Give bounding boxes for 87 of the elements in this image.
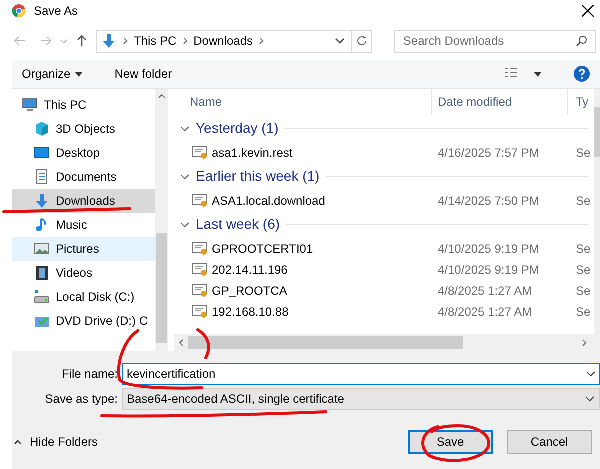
browser-logo-icon xyxy=(12,4,26,18)
sidebar-item[interactable]: 3D Objects xyxy=(12,117,155,141)
refresh-icon[interactable] xyxy=(356,35,368,47)
sidebar-item[interactable]: This PC xyxy=(12,93,155,117)
file-name[interactable]: 192.168.10.88 xyxy=(174,302,432,320)
chevron-icon[interactable] xyxy=(180,124,190,134)
organize-menu[interactable]: Organize xyxy=(20,65,85,83)
desktop-icon xyxy=(34,145,50,161)
file-name-field[interactable]: kevincertification xyxy=(122,363,600,385)
scroll-left-icon[interactable] xyxy=(178,338,184,346)
download-arrow-icon xyxy=(34,193,50,209)
download-arrow-icon xyxy=(100,33,117,49)
cube-icon xyxy=(34,121,50,137)
group-header[interactable]: Earlier this week (1) xyxy=(174,163,594,190)
certificate-icon xyxy=(192,262,208,278)
chevron-up-icon xyxy=(14,439,22,445)
save-button[interactable]: Save xyxy=(408,430,493,454)
cancel-button[interactable]: Cancel xyxy=(507,430,592,454)
chevron-icon[interactable] xyxy=(180,220,190,230)
file-date: 4/16/2025 7:57 PM xyxy=(437,144,540,162)
file-type: Se xyxy=(575,240,592,258)
disk-drive-icon xyxy=(34,289,50,305)
scroll-up-icon[interactable] xyxy=(158,93,166,99)
sidebar-item[interactable]: Documents xyxy=(12,165,155,189)
window-title: Save As xyxy=(34,3,78,20)
breadcrumb-separator-icon[interactable] xyxy=(182,37,188,45)
document-icon xyxy=(34,169,50,185)
file-date: 4/8/2025 1:27 AM xyxy=(437,282,534,300)
scroll-right-icon[interactable] xyxy=(582,338,588,346)
file-date: 4/10/2025 9:19 PM xyxy=(437,240,540,258)
file-name[interactable]: GP_ROOTCA xyxy=(174,282,432,300)
dropdown-caret-icon xyxy=(585,394,595,404)
file-date: 4/14/2025 7:50 PM xyxy=(437,192,540,210)
picture-icon xyxy=(34,241,50,257)
dropdown-caret-icon[interactable] xyxy=(335,36,346,46)
help-icon[interactable] xyxy=(574,66,590,82)
certificate-icon xyxy=(192,304,208,320)
computer-icon xyxy=(22,97,38,113)
dropdown-caret-icon xyxy=(74,72,83,76)
chevron-icon[interactable] xyxy=(180,172,190,182)
film-icon xyxy=(34,265,50,281)
search-icon xyxy=(576,34,588,46)
close-icon[interactable] xyxy=(582,5,594,17)
file-type: Se xyxy=(575,144,592,162)
breadcrumb-separator-icon[interactable] xyxy=(122,37,128,45)
column-header[interactable]: Ty xyxy=(568,89,594,115)
file-type: Se xyxy=(575,304,592,320)
file-name[interactable]: asa1.kevin.rest xyxy=(174,144,432,162)
hide-folders-button[interactable]: Hide Folders xyxy=(12,433,98,451)
group-header[interactable]: Last week (6) xyxy=(174,211,594,238)
sidebar-item[interactable]: Downloads xyxy=(12,189,155,213)
file-date: 4/8/2025 1:27 AM xyxy=(437,304,534,320)
column-header[interactable]: Name xyxy=(174,89,432,115)
address-bar[interactable]: This PC Downloads xyxy=(96,30,372,52)
breadcrumb[interactable]: Downloads xyxy=(194,32,253,50)
file-date: 4/10/2025 9:19 PM xyxy=(437,262,540,278)
certificate-icon xyxy=(192,192,208,208)
save-type-label: Save as type: xyxy=(44,391,119,408)
group-header[interactable]: Yesterday (1) xyxy=(174,115,594,142)
certificate-icon xyxy=(192,240,208,256)
dropdown-caret-icon[interactable] xyxy=(534,72,542,76)
search-field[interactable]: Search Downloads xyxy=(394,30,596,52)
dropdown-caret-icon[interactable] xyxy=(586,369,596,379)
file-type: Se xyxy=(575,192,592,210)
sidebar-scrollbar[interactable] xyxy=(155,89,168,351)
sidebar-item[interactable]: Desktop xyxy=(12,141,155,165)
certificate-icon xyxy=(192,144,208,160)
file-name[interactable]: ASA1.local.download xyxy=(174,192,432,210)
horizontal-scrollbar[interactable] xyxy=(174,334,600,351)
sidebar-item[interactable]: DVD Drive (D:) C xyxy=(12,309,155,333)
certificate-icon xyxy=(192,282,208,298)
sidebar-item[interactable]: Pictures xyxy=(12,237,155,261)
file-type: Se xyxy=(575,262,592,278)
list-scrollbar[interactable] xyxy=(594,89,600,334)
breadcrumb[interactable]: This PC xyxy=(134,32,177,50)
up-arrow-icon[interactable] xyxy=(76,35,88,47)
save-type-dropdown[interactable]: Base64-encoded ASCII, single certificate xyxy=(122,388,600,410)
sidebar-item[interactable]: Music xyxy=(12,213,155,237)
file-name[interactable]: GPROOTCERTI01 xyxy=(174,240,432,258)
column-header[interactable]: Date modified xyxy=(432,89,568,115)
sidebar-item[interactable]: Videos xyxy=(12,261,155,285)
sidebar-item[interactable]: Local Disk (C:) xyxy=(12,285,155,309)
file-type: Se xyxy=(575,282,592,300)
file-name[interactable]: 202.14.11.196 xyxy=(174,260,432,278)
breadcrumb-separator-icon[interactable] xyxy=(259,37,264,45)
file-name-label: File name: xyxy=(60,366,119,383)
new-folder-button[interactable]: New folder xyxy=(112,65,174,83)
